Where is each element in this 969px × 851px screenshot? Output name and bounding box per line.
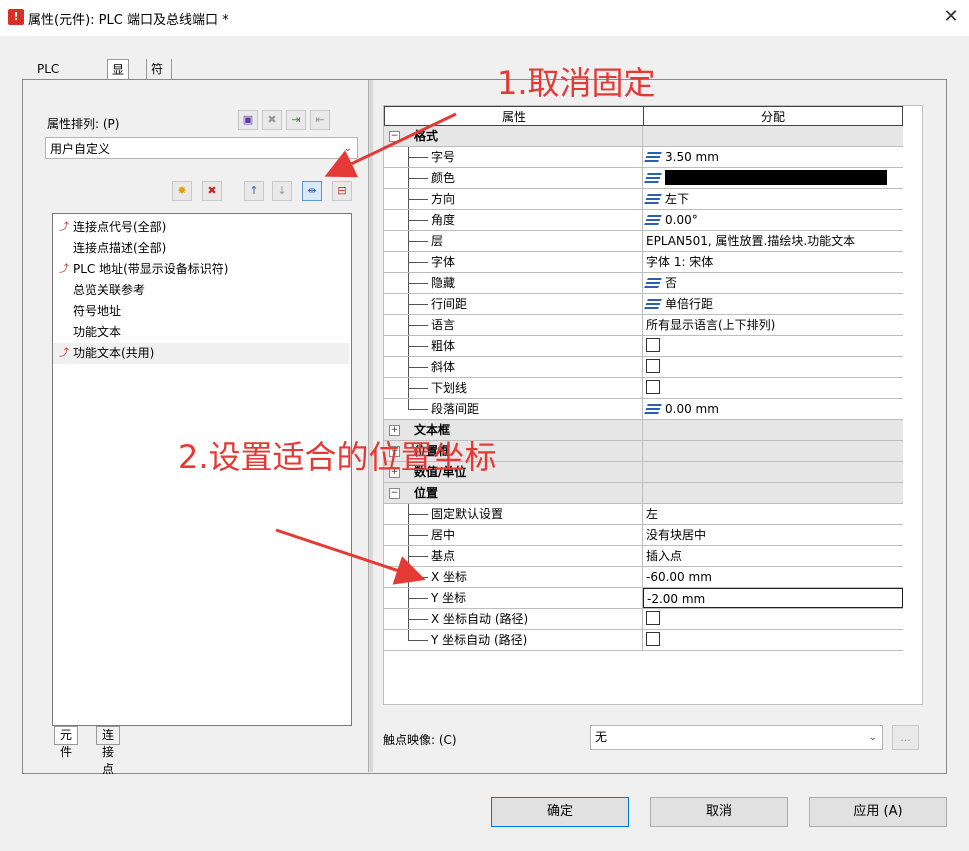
arrow-to-unfix: [324, 112, 457, 178]
arrow-to-x-coordinate: [275, 528, 426, 585]
annotation-arrows: [275, 112, 457, 585]
